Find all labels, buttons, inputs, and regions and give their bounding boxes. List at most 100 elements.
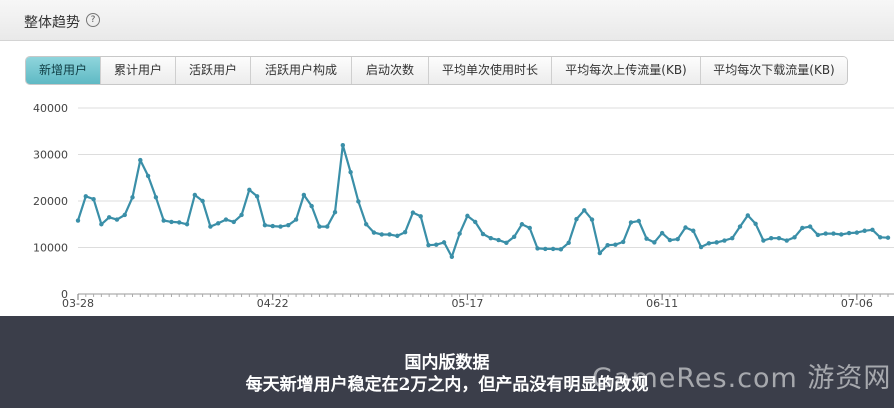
data-point (878, 235, 883, 240)
data-point (169, 219, 174, 225)
data-point (473, 219, 478, 225)
data-point (215, 221, 221, 226)
data-point (395, 233, 400, 239)
trend-panel: 整体趋势 ? 新增用户 累计用户 活跃用户 活跃用户构成 启动次数 平均单次使用… (0, 0, 894, 316)
tab-avg-session-duration[interactable]: 平均单次使用时长 (428, 57, 551, 84)
data-point (675, 236, 680, 242)
data-point (807, 224, 813, 229)
y-tick-label: 40000 (33, 102, 68, 115)
data-point (730, 236, 735, 241)
x-tick-label: 06-11 (646, 297, 678, 310)
data-point (434, 242, 439, 247)
data-point (737, 224, 743, 229)
data-point (636, 218, 641, 224)
tab-new-users[interactable]: 新增用户 (26, 57, 100, 84)
metric-tabs: 新增用户 累计用户 活跃用户 活跃用户构成 启动次数 平均单次使用时长 平均每次… (25, 56, 848, 85)
data-point (301, 192, 307, 198)
data-point (535, 246, 540, 251)
data-point (348, 169, 353, 175)
data-point (161, 218, 166, 223)
data-point (262, 222, 268, 228)
data-point (145, 173, 151, 179)
data-point (426, 242, 431, 248)
data-point (550, 246, 556, 252)
tab-avg-upload-traffic[interactable]: 平均每次上传流量(KB) (551, 57, 700, 84)
tab-active-users[interactable]: 活跃用户 (175, 57, 250, 84)
data-point (589, 217, 595, 222)
data-point (239, 212, 244, 218)
data-point (823, 231, 828, 236)
tab-cumulative-users[interactable]: 累计用户 (100, 57, 175, 84)
data-point (558, 247, 564, 252)
data-point (75, 218, 81, 223)
data-point (465, 213, 470, 219)
data-point (706, 241, 712, 246)
data-point (122, 212, 127, 218)
new-users-line-chart: 01000020000300004000003-28 04-22 05-17 06-1… (33, 102, 894, 310)
data-point (722, 238, 727, 243)
data-point (488, 236, 493, 241)
data-point (254, 194, 260, 199)
help-circle-icon[interactable]: ? (86, 13, 100, 27)
data-point (566, 240, 571, 246)
data-point (192, 192, 198, 198)
tab-avg-download-traffic[interactable]: 平均每次下载流量(KB) (700, 57, 847, 84)
data-point (379, 232, 384, 237)
data-point (480, 231, 486, 237)
data-point (371, 230, 377, 235)
data-point (286, 222, 291, 228)
y-tick-label: 10000 (33, 242, 68, 255)
data-point (652, 240, 657, 245)
tab-launch-count[interactable]: 启动次数 (351, 57, 428, 84)
data-point (667, 237, 673, 243)
data-point (815, 232, 821, 238)
data-point (574, 216, 579, 222)
watermark-logo: GameRes.com 游资网 (592, 363, 892, 394)
data-point (340, 143, 346, 148)
data-point (613, 242, 618, 247)
data-point (91, 196, 96, 202)
tab-active-user-composition[interactable]: 活跃用户构成 (250, 57, 351, 84)
data-point (527, 225, 532, 231)
data-point (745, 213, 751, 218)
data-point (114, 217, 120, 222)
data-point (846, 230, 852, 236)
data-point (691, 228, 696, 233)
data-point (885, 235, 891, 240)
data-point (784, 238, 789, 243)
data-point (768, 236, 774, 241)
data-point (177, 220, 182, 225)
data-point (418, 214, 423, 219)
data-point (831, 231, 836, 236)
panel-title: 整体趋势 (24, 15, 80, 31)
data-point (582, 208, 587, 213)
x-tick-label: 05-17 (451, 297, 483, 310)
data-point (130, 195, 135, 200)
data-point (519, 222, 525, 227)
data-point (356, 199, 361, 204)
data-point (293, 217, 299, 222)
data-point (620, 239, 626, 245)
data-point (449, 254, 455, 259)
data-point (698, 244, 704, 250)
data-point (543, 246, 548, 252)
data-point (628, 220, 634, 225)
data-point (200, 198, 205, 204)
data-point (504, 240, 509, 246)
data-point (839, 232, 844, 237)
panel-header: 整体趋势 ? (0, 0, 894, 41)
data-point (714, 240, 719, 245)
data-point (683, 225, 688, 230)
x-tick-label: 03-28 (62, 297, 94, 310)
data-point (496, 237, 501, 243)
data-point (511, 234, 517, 240)
data-point (99, 222, 104, 227)
data-point (184, 222, 190, 227)
data-point (761, 238, 766, 243)
data-point (457, 231, 462, 236)
y-tick-label: 30000 (33, 149, 68, 162)
data-point (800, 225, 805, 231)
data-point (792, 235, 797, 240)
data-point (325, 224, 330, 229)
data-point (410, 210, 416, 215)
